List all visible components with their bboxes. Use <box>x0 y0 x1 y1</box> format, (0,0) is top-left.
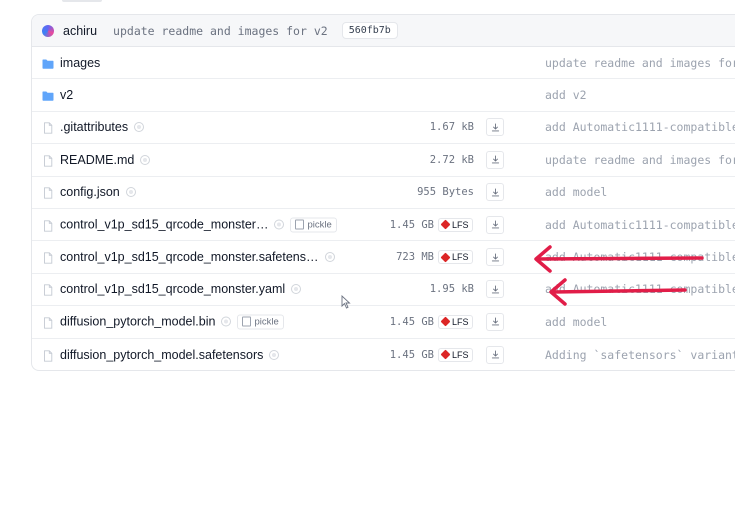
pickle-icon <box>295 219 305 230</box>
row-commit-message[interactable]: update readme and images for <box>545 56 735 70</box>
file-list-panel: achiru update readme and images for v2 5… <box>31 14 735 371</box>
row-commit-message[interactable]: add Automatic1111-compatible <box>545 250 735 264</box>
file-name-link[interactable]: images <box>60 56 100 70</box>
mouse-cursor-icon <box>341 295 351 309</box>
file-size: 955 Bytes <box>417 186 474 199</box>
row-commit-message[interactable]: update readme and images for <box>545 153 735 167</box>
file-name-link[interactable]: diffusion_pytorch_model.bin <box>60 315 215 329</box>
download-icon <box>491 123 500 132</box>
folder-icon <box>42 89 54 101</box>
file-size: 1.67 kB <box>429 121 474 134</box>
file-icon <box>42 154 54 167</box>
file-name-link[interactable]: README.md <box>60 153 134 167</box>
row-commit-message[interactable]: add model <box>545 185 607 199</box>
file-name-link[interactable]: .gitattributes <box>60 120 128 134</box>
folder-row[interactable]: v2 add v2 <box>32 79 735 112</box>
author-avatar[interactable] <box>42 24 54 37</box>
file-name-link[interactable]: control_v1p_sd15_qrcode_monster.yaml <box>60 282 285 296</box>
row-commit-message[interactable]: add model <box>545 315 607 329</box>
file-rows: images update readme and images for v2 add … <box>32 47 735 370</box>
download-icon <box>491 350 500 359</box>
file-name-link[interactable]: v2 <box>60 88 73 102</box>
file-row[interactable]: .gitattributes 1.67 kB add Automatic1111-c… <box>32 112 735 145</box>
file-row[interactable]: README.md 2.72 kB update readme and images… <box>32 144 735 177</box>
file-row[interactable]: control_v1p_sd15_qrcode_monster.safetens… <box>32 241 735 274</box>
pickle-badge[interactable]: pickle <box>237 314 284 330</box>
download-icon <box>491 317 500 326</box>
row-commit-message[interactable]: add v2 <box>545 88 587 102</box>
security-check-icon[interactable] <box>125 187 136 198</box>
file-name-link[interactable]: control_v1p_sd15_qrcode_monster… <box>60 218 268 232</box>
download-icon <box>491 220 500 229</box>
top-tab-indicator <box>62 0 102 2</box>
lfs-badge: LFS <box>438 314 473 329</box>
file-name-link[interactable]: diffusion_pytorch_model.safetensors <box>60 348 263 362</box>
file-size: 1.45 GB <box>389 218 434 231</box>
download-button[interactable] <box>486 150 504 169</box>
file-name-link[interactable]: control_v1p_sd15_qrcode_monster.safetens… <box>60 250 319 264</box>
file-name-link[interactable]: config.json <box>60 185 120 199</box>
security-check-icon[interactable] <box>140 154 151 165</box>
commit-message[interactable]: update readme and images for v2 <box>113 24 328 38</box>
lfs-icon <box>440 349 451 360</box>
file-icon <box>42 283 54 297</box>
file-icon <box>42 121 54 135</box>
security-check-icon[interactable] <box>324 252 335 263</box>
row-commit-message[interactable]: add Automatic1111-compatible <box>545 120 735 134</box>
pickle-icon <box>242 316 252 327</box>
download-button[interactable] <box>486 215 504 234</box>
commit-hash[interactable]: 560fb7b <box>341 22 398 39</box>
download-button[interactable] <box>486 312 504 331</box>
file-icon <box>42 316 54 329</box>
file-size: 723 MB <box>396 251 434 264</box>
file-row[interactable]: control_v1p_sd15_qrcode_monster… pickle 1.… <box>32 209 735 242</box>
security-check-icon[interactable] <box>221 316 232 327</box>
security-check-icon[interactable] <box>269 349 280 360</box>
security-check-icon[interactable] <box>274 219 285 230</box>
download-icon <box>491 188 500 197</box>
file-size: 1.45 GB <box>389 315 434 328</box>
file-icon <box>42 186 54 199</box>
file-row[interactable]: control_v1p_sd15_qrcode_monster.yaml 1.95… <box>32 274 735 307</box>
download-icon <box>491 285 500 294</box>
download-button[interactable] <box>486 345 504 364</box>
download-button[interactable] <box>486 183 504 202</box>
commit-author[interactable]: achiru <box>63 24 97 38</box>
lfs-badge: LFS <box>438 250 473 265</box>
download-button[interactable] <box>486 248 504 267</box>
lfs-badge: LFS <box>438 347 473 362</box>
lfs-icon <box>440 252 451 262</box>
lfs-icon <box>440 316 451 327</box>
file-row[interactable]: diffusion_pytorch_model.bin pickle 1.45 GB… <box>32 306 735 339</box>
file-size: 2.72 kB <box>429 153 474 166</box>
file-size: 1.95 kB <box>429 283 474 296</box>
lfs-icon <box>440 219 451 230</box>
folder-icon <box>42 57 54 69</box>
download-icon <box>491 252 500 262</box>
file-icon <box>42 349 54 362</box>
file-row[interactable]: config.json 955 Bytes add model <box>32 177 735 209</box>
download-button[interactable] <box>486 118 504 137</box>
file-icon <box>42 219 54 232</box>
row-commit-message[interactable]: Adding `safetensors` variant <box>545 348 735 362</box>
security-check-icon[interactable] <box>291 284 302 295</box>
security-check-icon[interactable] <box>134 122 145 133</box>
file-icon <box>42 251 54 264</box>
lfs-badge: LFS <box>438 217 473 232</box>
pickle-badge[interactable]: pickle <box>290 217 337 233</box>
row-commit-message[interactable]: add Automatic1111-compatible <box>545 282 735 296</box>
file-size: 1.45 GB <box>389 348 434 361</box>
download-icon <box>491 155 500 164</box>
row-commit-message[interactable]: add Automatic1111-compatible <box>545 218 735 232</box>
last-commit-bar: achiru update readme and images for v2 5… <box>32 15 735 47</box>
download-button[interactable] <box>486 280 504 299</box>
folder-row[interactable]: images update readme and images for <box>32 47 735 80</box>
file-row[interactable]: diffusion_pytorch_model.safetensors 1.45 … <box>32 339 735 370</box>
